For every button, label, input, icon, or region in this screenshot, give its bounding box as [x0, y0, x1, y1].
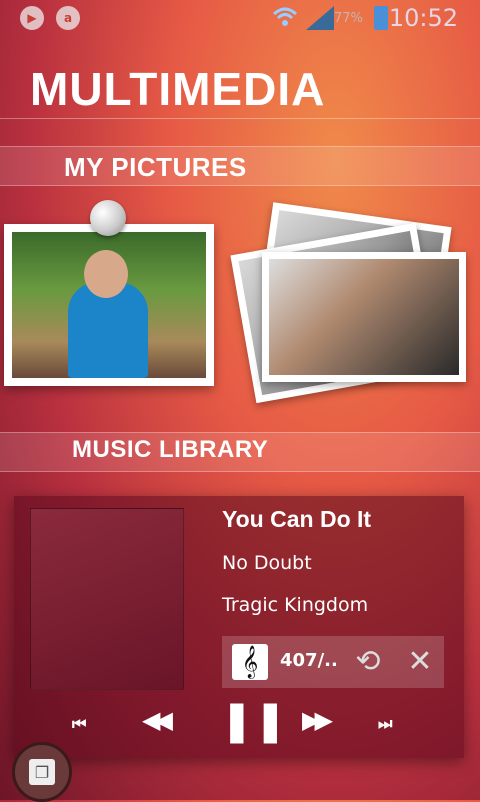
photo-image	[12, 232, 206, 378]
divider	[0, 118, 480, 119]
music-player: You Can Do It No Doubt Tragic Kingdom 𝄞 …	[14, 496, 464, 758]
track-counter: 407/..	[280, 650, 338, 671]
skip-back-button[interactable]: ⏮	[72, 714, 86, 734]
artist-name: No Doubt	[222, 552, 312, 574]
album-art[interactable]	[30, 508, 184, 690]
pictures-section-label: MY PICTURES	[64, 152, 247, 182]
track-title: You Can Do It	[222, 506, 372, 532]
signal-icon	[306, 6, 334, 30]
battery-percent: 77%	[334, 11, 363, 26]
music-section-label: MUSIC LIBRARY	[72, 436, 269, 463]
album-name: Tragic Kingdom	[222, 594, 369, 616]
shuffle-icon[interactable]: ✕	[404, 646, 436, 678]
pause-button[interactable]: ❚❚	[220, 698, 287, 744]
app-notification-icon: a	[56, 6, 80, 30]
photo-thumbnail[interactable]	[4, 224, 214, 386]
music-library-icon[interactable]: 𝄞	[232, 644, 268, 680]
rewind-button[interactable]: ◀◀	[142, 706, 173, 734]
photo-subject-head	[84, 250, 128, 298]
battery-icon	[374, 6, 388, 30]
fast-forward-button[interactable]: ▶▶	[302, 706, 333, 734]
photo-stack-front[interactable]	[262, 252, 466, 382]
pushpin-icon	[90, 200, 126, 236]
play-notification-icon: ▶	[20, 6, 44, 30]
status-bar: ▶ a 77% 10:52	[0, 0, 480, 36]
clock: 10:52	[388, 4, 458, 32]
skip-forward-button[interactable]: ⏭	[378, 714, 392, 734]
copy-icon: ❐	[29, 759, 55, 785]
recent-apps-button[interactable]: ❐	[12, 742, 72, 802]
photo-stack-image	[269, 259, 459, 375]
player-controls-bar: 𝄞 407/.. ⟲ ✕	[222, 636, 444, 688]
page-title: MULTIMEDIA	[30, 63, 326, 115]
wifi-icon	[272, 7, 298, 26]
repeat-icon[interactable]: ⟲	[352, 646, 384, 678]
